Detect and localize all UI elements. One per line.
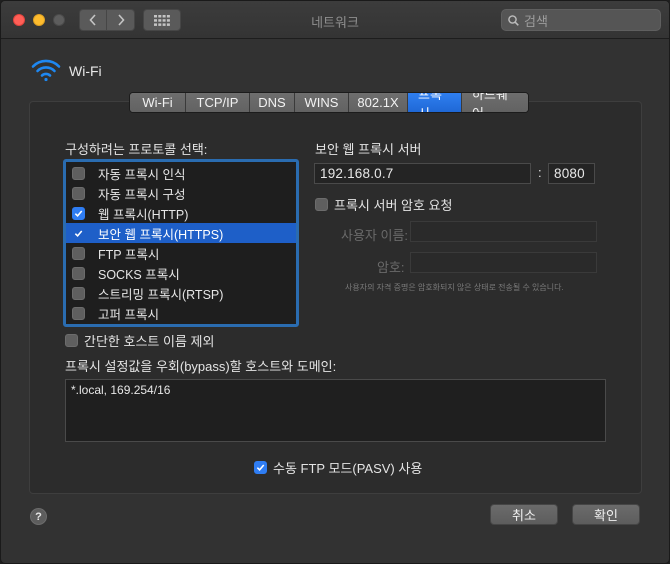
protocol-label: SOCKS 프록시 xyxy=(98,267,180,282)
exclude-simple-hosts-checkbox[interactable] xyxy=(65,334,78,347)
protocol-row[interactable]: 웹 프록시(HTTP) xyxy=(66,203,296,223)
protocol-row[interactable]: 고퍼 프록시 xyxy=(66,303,296,323)
protocol-checkbox[interactable] xyxy=(72,206,85,220)
protocol-label: 보안 웹 프록시(HTTPS) xyxy=(98,227,224,242)
bypass-hosts-textarea[interactable]: *.local, 169.254/16 xyxy=(65,379,606,442)
require-password-option[interactable]: 프록시 서버 암호 요청 xyxy=(315,195,452,214)
cancel-button[interactable]: 취소 xyxy=(490,504,558,525)
protocol-list[interactable]: 자동 프록시 인식자동 프록시 구성웹 프록시(HTTP) 보안 웹 프록시(HT… xyxy=(63,159,299,327)
tab-8021x[interactable]: 802.1X xyxy=(349,93,408,112)
protocol-label: FTP 프록시 xyxy=(98,247,160,262)
wifi-icon xyxy=(31,59,61,82)
username-field xyxy=(410,221,597,242)
tab-tcpip[interactable]: TCP/IP xyxy=(186,93,250,112)
tab-wifi[interactable]: Wi-Fi xyxy=(130,93,186,112)
protocol-label: 자동 프록시 구성 xyxy=(98,187,186,202)
ok-button[interactable]: 확인 xyxy=(572,504,640,525)
exclude-simple-hosts-option[interactable]: 간단한 호스트 이름 제외 xyxy=(65,331,214,350)
tab-wins[interactable]: WINS xyxy=(295,93,349,112)
protocol-checkbox[interactable] xyxy=(72,186,85,200)
password-label: 암호: xyxy=(377,260,405,275)
username-label: 사용자 이름: xyxy=(341,228,409,243)
protocol-list-title: 구성하려는 프로토콜 선택: xyxy=(65,142,208,157)
protocol-row[interactable]: 자동 프록시 구성 xyxy=(66,183,296,203)
search-placeholder: 검색 xyxy=(524,13,548,29)
protocol-label: 자동 프록시 인식 xyxy=(98,167,186,182)
protocol-row[interactable]: 스트리밍 프록시(RTSP) xyxy=(66,283,296,303)
proxy-host-field[interactable]: 192.168.0.7 xyxy=(314,163,531,184)
protocol-checkbox[interactable] xyxy=(72,166,85,180)
titlebar: 네트워크 검색 xyxy=(1,1,669,39)
passive-ftp-checkbox[interactable] xyxy=(254,461,267,474)
protocol-row[interactable]: 자동 프록시 인식 xyxy=(66,163,296,183)
search-icon xyxy=(508,14,519,26)
tab-dns[interactable]: DNS xyxy=(250,93,295,112)
protocol-checkbox[interactable] xyxy=(72,306,85,320)
passive-ftp-option[interactable]: 수동 FTP 모드(PASV) 사용 xyxy=(254,458,422,477)
network-window: 네트워크 검색 Wi-Fi Wi-Fi TCP/IP DNS WINS 802.… xyxy=(0,0,670,564)
server-title: 보안 웹 프록시 서버 xyxy=(315,142,422,157)
proxy-port-field[interactable]: 8080 xyxy=(548,163,595,184)
protocol-label: 고퍼 프록시 xyxy=(98,307,159,322)
protocol-row[interactable]: SOCKS 프록시 xyxy=(66,263,296,283)
checkmark-icon xyxy=(256,464,265,471)
protocol-row[interactable]: FTP 프록시 xyxy=(66,243,296,263)
password-field xyxy=(410,252,597,273)
protocol-checkbox[interactable] xyxy=(72,266,85,280)
credentials-hint: 사용자의 자격 증명은 암호화되지 않은 상태로 전송될 수 있습니다. xyxy=(345,283,564,292)
port-separator: : xyxy=(538,165,542,180)
search-input[interactable]: 검색 xyxy=(501,9,661,31)
help-button[interactable]: ? xyxy=(30,508,47,525)
protocol-label: 웹 프록시(HTTP) xyxy=(98,207,189,222)
protocol-checkbox[interactable] xyxy=(72,246,85,260)
require-password-checkbox[interactable] xyxy=(315,198,328,211)
checkmark-icon xyxy=(74,209,83,217)
tab-hardware[interactable]: 하드웨어 xyxy=(462,93,528,112)
protocol-checkbox[interactable] xyxy=(72,286,85,300)
require-password-label: 프록시 서버 암호 요청 xyxy=(334,198,453,213)
service-name: Wi-Fi xyxy=(69,63,102,79)
checkmark-icon xyxy=(74,229,83,237)
passive-ftp-label: 수동 FTP 모드(PASV) 사용 xyxy=(273,461,423,476)
exclude-simple-hosts-label: 간단한 호스트 이름 제외 xyxy=(84,334,215,349)
tab-proxies[interactable]: 프록시 xyxy=(408,93,462,112)
protocol-label: 스트리밍 프록시(RTSP) xyxy=(98,287,224,302)
protocol-row[interactable]: 보안 웹 프록시(HTTPS) xyxy=(66,223,296,243)
protocol-checkbox[interactable] xyxy=(72,227,85,240)
bypass-label: 프록시 설정값을 우회(bypass)할 호스트와 도메인: xyxy=(65,359,337,374)
tab-bar: Wi-Fi TCP/IP DNS WINS 802.1X 프록시 하드웨어 xyxy=(129,92,529,113)
